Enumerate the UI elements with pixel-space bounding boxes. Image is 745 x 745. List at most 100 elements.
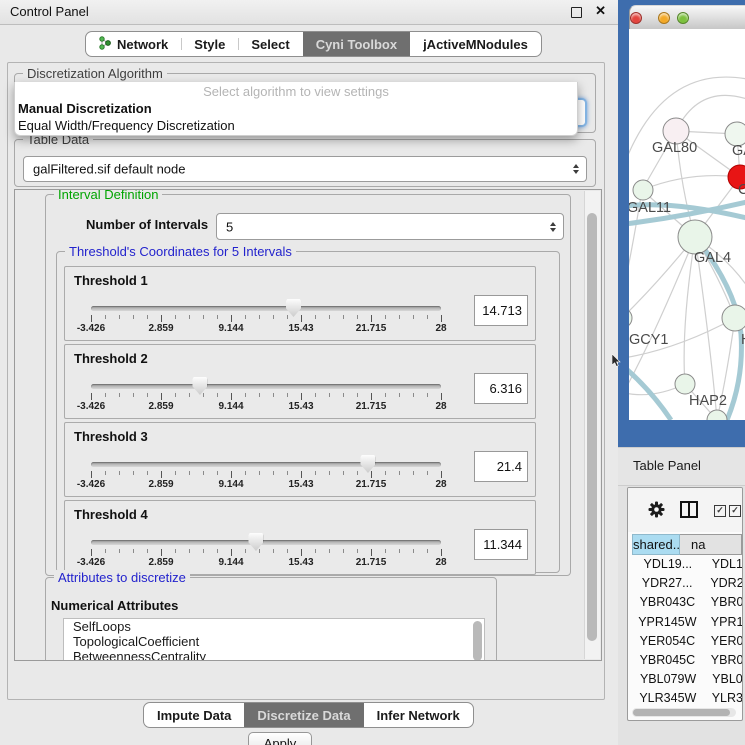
threshold-slider[interactable]: [91, 540, 441, 545]
threshold-value-field[interactable]: 21.4: [474, 451, 528, 482]
column-visibility-icons[interactable]: ✓✓: [714, 505, 741, 517]
table-row[interactable]: YDL19...YDL1: [632, 555, 742, 574]
network-canvas[interactable]: GAL80GACGAL11GAL4GCY1HHAP2: [629, 29, 745, 420]
tick-mark: [91, 471, 92, 478]
tick-label: 28: [435, 479, 446, 490]
tab-discretize-data[interactable]: Discretize Data: [244, 703, 363, 727]
tick-mark: [413, 549, 414, 553]
tick-mark: [133, 393, 134, 397]
tick-mark: [441, 315, 442, 322]
table-data-selected-value: galFiltered.sif default node: [33, 162, 185, 177]
table-row[interactable]: YBR045CYBR0: [632, 651, 742, 670]
node-label: GAL11: [629, 200, 671, 216]
tab-infer-network[interactable]: Infer Network: [364, 703, 473, 727]
minimize-traffic-light-icon[interactable]: [658, 12, 670, 24]
apply-button[interactable]: Apply: [248, 732, 312, 745]
close-traffic-light-icon[interactable]: [630, 12, 642, 24]
threshold-row: Threshold 3-3.4262.8599.14415.4321.71528…: [64, 422, 536, 497]
threshold-slider[interactable]: [91, 462, 441, 467]
tab-cyni-toolbox[interactable]: Cyni Toolbox: [303, 32, 410, 56]
tick-mark: [119, 393, 120, 397]
cell-name: YPR1: [703, 613, 742, 632]
dropdown-option-manual-discretization[interactable]: Manual Discretization: [15, 100, 577, 117]
checkbox-icon[interactable]: ✓: [714, 505, 726, 517]
number-of-intervals-select[interactable]: 5: [216, 213, 564, 240]
scrollbar-thumb[interactable]: [633, 709, 730, 716]
float-window-icon[interactable]: [571, 7, 582, 18]
tick-mark: [273, 393, 274, 397]
scrollbar-thumb[interactable]: [587, 213, 597, 641]
tick-mark: [287, 393, 288, 397]
threshold-value-field[interactable]: 6.316: [474, 373, 528, 404]
threshold-row: Threshold 1-3.4262.8599.14415.4321.71528…: [64, 266, 536, 341]
network-node-gal4[interactable]: [678, 220, 712, 254]
numerical-attributes-list[interactable]: SelfLoopsTopologicalCoefficientBetweenne…: [63, 618, 485, 661]
tick-mark: [273, 549, 274, 553]
tab-jactivemnodules[interactable]: jActiveMNodules: [410, 32, 541, 56]
slider-ticks: [91, 549, 441, 557]
network-node-gal11[interactable]: [633, 180, 653, 200]
gear-icon[interactable]: [648, 501, 665, 523]
horizontal-scrollbar[interactable]: [632, 708, 736, 717]
vertical-scrollbar[interactable]: [584, 191, 600, 659]
cell-shared-name: YDR27...: [632, 574, 702, 593]
node-label: GAL4: [694, 250, 731, 266]
network-node-hap2[interactable]: [675, 374, 695, 394]
tab-network[interactable]: Network: [86, 32, 181, 56]
column-header-shared-name[interactable]: shared...: [632, 534, 680, 555]
split-columns-icon[interactable]: [680, 501, 698, 523]
tick-mark: [119, 549, 120, 553]
threshold-slider[interactable]: [91, 306, 441, 311]
table-row[interactable]: YPR145WYPR1: [632, 613, 742, 632]
cell-name: YBL0: [704, 670, 742, 689]
dropdown-placeholder-item[interactable]: Select algorithm to view settings: [15, 82, 577, 100]
tick-mark: [371, 471, 372, 478]
tick-mark: [343, 315, 344, 319]
tick-mark: [399, 471, 400, 475]
table-row[interactable]: YDR27...YDR2: [632, 574, 742, 593]
threshold-slider[interactable]: [91, 384, 441, 389]
table-row[interactable]: YBL079WYBL0: [632, 670, 742, 689]
tick-label: 2.859: [148, 401, 173, 412]
tick-label: 9.144: [218, 323, 243, 334]
slider-tick-labels: -3.4262.8599.14415.4321.71528: [91, 323, 441, 335]
stepper-arrows-icon: [550, 222, 556, 232]
tick-mark: [427, 549, 428, 553]
node-label: GCY1: [629, 332, 669, 348]
scrollbar-thumb[interactable]: [473, 621, 482, 661]
tick-mark: [203, 471, 204, 475]
column-header-name[interactable]: na: [680, 534, 742, 555]
table-row[interactable]: YLR345WYLR3: [632, 689, 742, 706]
table-row[interactable]: YER054CYER0: [632, 632, 742, 651]
tick-mark: [119, 315, 120, 319]
attribute-item-selfloops[interactable]: SelfLoops: [64, 619, 484, 634]
tick-label: 21.715: [356, 401, 387, 412]
attribute-item-topologicalcoefficient[interactable]: TopologicalCoefficient: [64, 634, 484, 649]
cell-name: YBR0: [703, 593, 742, 612]
tick-mark: [259, 549, 260, 553]
table-row[interactable]: YBR043CYBR0: [632, 593, 742, 612]
threshold-value-field[interactable]: 11.344: [474, 529, 528, 560]
close-icon[interactable]: ✕: [595, 3, 606, 19]
table-data-select[interactable]: galFiltered.sif default node: [23, 156, 587, 182]
panel-title: Control Panel: [10, 4, 89, 19]
attribute-item-betweennesscentrality[interactable]: BetweennessCentrality: [64, 649, 484, 661]
node-table[interactable]: shared...naYDL19...YDL1YDR27...YDR2YBR04…: [632, 534, 742, 706]
checkbox-icon[interactable]: ✓: [729, 505, 741, 517]
tick-mark: [441, 471, 442, 478]
threshold-value-field[interactable]: 14.713: [474, 295, 528, 326]
dropdown-option-equal-width-frequency-discretization[interactable]: Equal Width/Frequency Discretization: [15, 117, 577, 134]
tick-mark: [385, 549, 386, 553]
tick-mark: [385, 471, 386, 475]
network-node-gcy1[interactable]: [629, 308, 632, 328]
tab-impute-data[interactable]: Impute Data: [144, 703, 244, 727]
tab-select[interactable]: Select: [238, 32, 302, 56]
thresholds-group: Threshold's Coordinates for 5 Intervals …: [56, 251, 560, 573]
zoom-traffic-light-icon[interactable]: [677, 12, 689, 24]
tab-style[interactable]: Style: [181, 32, 238, 56]
network-graph[interactable]: GAL80GACGAL11GAL4GCY1HHAP2: [629, 29, 745, 420]
cyni-mode-tabs: Impute DataDiscretize DataInfer Network: [143, 702, 474, 728]
tick-mark: [315, 315, 316, 319]
network-node-h[interactable]: [722, 305, 745, 331]
network-window-titlebar[interactable]: [629, 5, 745, 31]
